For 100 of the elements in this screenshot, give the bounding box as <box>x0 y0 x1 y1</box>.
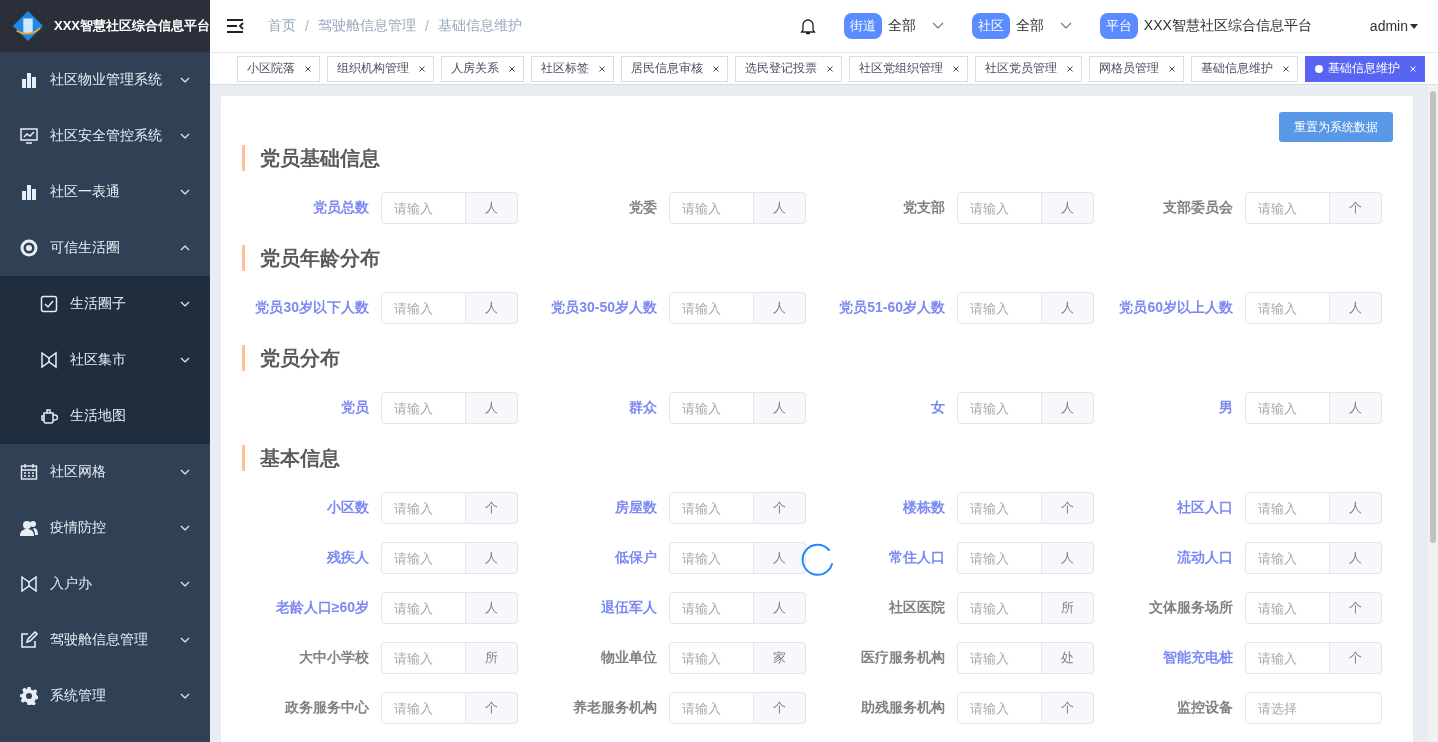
close-icon[interactable] <box>827 65 833 72</box>
tab[interactable]: 人房关系 <box>441 55 524 82</box>
input-field[interactable]: 请输入 <box>669 492 754 524</box>
section-title: 党员基础信息 <box>260 145 380 171</box>
unit-label: 人 <box>754 292 806 324</box>
field-label: 党员51-60岁人数 <box>838 299 946 317</box>
unit-label: 个 <box>466 692 518 724</box>
input-field[interactable]: 请输入 <box>1245 292 1330 324</box>
submenu-item[interactable]: 生活地图 <box>0 388 210 444</box>
input-field[interactable]: 请输入 <box>957 192 1042 224</box>
close-icon[interactable] <box>509 65 515 72</box>
input-field[interactable]: 请输入 <box>957 592 1042 624</box>
input-field[interactable]: 请输入 <box>381 542 466 574</box>
tab[interactable]: 居民信息审核 <box>621 55 728 82</box>
tab[interactable]: 社区标签 <box>531 55 614 82</box>
filter-tag: 平台 <box>1099 13 1138 39</box>
unit-label: 人 <box>1042 292 1094 324</box>
close-icon[interactable] <box>1169 65 1175 72</box>
field-label: 群众 <box>628 399 658 417</box>
tab[interactable]: 选民登记投票 <box>735 55 842 82</box>
menu-item[interactable]: 社区一表通 <box>0 164 210 220</box>
input-field[interactable]: 请输入 <box>381 642 466 674</box>
menu-item[interactable]: 社区网格 <box>0 444 210 500</box>
field-label: 房屋数 <box>614 499 658 517</box>
input-field[interactable]: 请输入 <box>1245 592 1330 624</box>
scrollbar-thumb[interactable] <box>1430 91 1436 543</box>
tab[interactable]: 小区院落 <box>237 55 320 82</box>
close-icon[interactable] <box>599 65 605 72</box>
user-menu[interactable]: admin <box>1369 18 1408 34</box>
filter-dropdown[interactable]: 全部 <box>887 17 916 35</box>
close-icon[interactable] <box>419 65 425 72</box>
field-label: 党员60岁以上人数 <box>1118 299 1234 317</box>
select-field[interactable]: 请选择 <box>1245 692 1382 724</box>
field-label: 楼栋数 <box>902 499 946 517</box>
input-field[interactable]: 请输入 <box>1245 492 1330 524</box>
close-icon[interactable] <box>713 65 719 72</box>
field-label: 社区人口 <box>1176 499 1234 517</box>
input-field[interactable]: 请输入 <box>381 292 466 324</box>
submenu-item[interactable]: 生活圈子 <box>0 276 210 332</box>
field-label: 流动人口 <box>1176 549 1234 567</box>
menu-icon[interactable] <box>226 18 244 34</box>
input-field[interactable]: 请输入 <box>669 642 754 674</box>
tab[interactable]: 组织机构管理 <box>327 55 434 82</box>
input-field[interactable]: 请输入 <box>957 292 1042 324</box>
close-icon[interactable] <box>305 65 311 72</box>
close-icon[interactable] <box>953 65 959 72</box>
input-field[interactable]: 请输入 <box>1245 642 1330 674</box>
menu-item[interactable]: 系统管理 <box>0 668 210 724</box>
unit-label: 人 <box>466 542 518 574</box>
menu-item[interactable]: 社区安全管控系统 <box>0 108 210 164</box>
menu-item[interactable]: 驾驶舱信息管理 <box>0 612 210 668</box>
menu-item[interactable]: 可信生活圈 <box>0 220 210 276</box>
field-label: 支部委员会 <box>1162 199 1234 217</box>
tab[interactable]: 网格员管理 <box>1089 55 1184 82</box>
field-label: 党员 <box>340 399 370 417</box>
input-field[interactable]: 请输入 <box>669 542 754 574</box>
tab[interactable]: 基础信息维护 <box>1191 55 1298 82</box>
menu-item[interactable]: 入户办 <box>0 556 210 612</box>
input-field[interactable]: 请输入 <box>381 192 466 224</box>
input-field[interactable]: 请输入 <box>1245 192 1330 224</box>
field-label: 监控设备 <box>1176 699 1234 717</box>
unit-label: 人 <box>754 392 806 424</box>
input-field[interactable]: 请输入 <box>957 392 1042 424</box>
input-field[interactable]: 请输入 <box>381 592 466 624</box>
section-title: 党员分布 <box>260 345 340 371</box>
unit-label: 人 <box>754 592 806 624</box>
gear-icon <box>20 687 38 705</box>
input-field[interactable]: 请输入 <box>381 692 466 724</box>
close-icon[interactable] <box>1067 65 1073 72</box>
input-field[interactable]: 请输入 <box>669 292 754 324</box>
unit-label: 所 <box>1042 592 1094 624</box>
filter-value: XXX智慧社区综合信息平台 <box>1143 17 1312 35</box>
input-field[interactable]: 请输入 <box>957 642 1042 674</box>
input-field[interactable]: 请输入 <box>381 492 466 524</box>
close-icon[interactable] <box>1283 65 1289 72</box>
input-field[interactable]: 请输入 <box>957 692 1042 724</box>
input-field[interactable]: 请输入 <box>1245 542 1330 574</box>
bell-icon[interactable] <box>799 17 816 35</box>
input-field[interactable]: 请输入 <box>381 392 466 424</box>
lifebuoy-icon <box>20 239 38 257</box>
tab[interactable]: 社区党组织管理 <box>849 55 968 82</box>
submenu-item[interactable]: 社区集市 <box>0 332 210 388</box>
input-field[interactable]: 请输入 <box>669 592 754 624</box>
menu-item[interactable]: 疫情防控 <box>0 500 210 556</box>
input-field[interactable]: 请输入 <box>669 392 754 424</box>
active-dot-icon <box>1315 64 1323 73</box>
menu-item[interactable]: 社区物业管理系统 <box>0 52 210 108</box>
tab[interactable]: 社区党员管理 <box>975 55 1082 82</box>
input-field[interactable]: 请输入 <box>957 492 1042 524</box>
tab[interactable]: 基础信息维护 <box>1305 55 1425 82</box>
unit-label: 个 <box>754 492 806 524</box>
filter-tag: 社区 <box>971 13 1010 39</box>
input-field[interactable]: 请输入 <box>669 692 754 724</box>
input-field[interactable]: 请输入 <box>1245 392 1330 424</box>
field-label: 老龄人口≥60岁 <box>274 599 370 617</box>
field-label: 党委 <box>628 199 658 217</box>
input-field[interactable]: 请输入 <box>669 192 754 224</box>
input-field[interactable]: 请输入 <box>957 542 1042 574</box>
field-label: 助残服务机构 <box>860 699 946 717</box>
filter-dropdown[interactable]: 全部 <box>1015 17 1044 35</box>
